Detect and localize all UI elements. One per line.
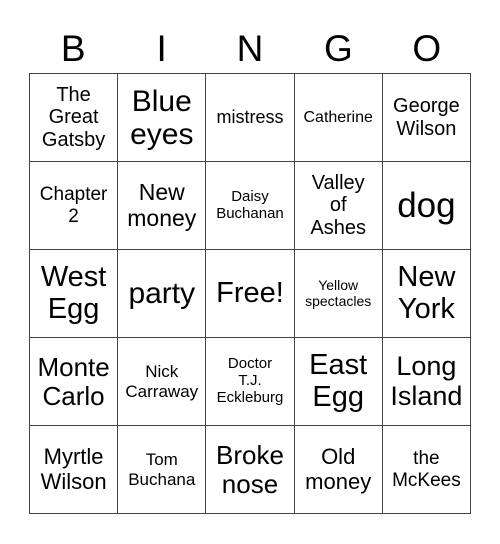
header-letter-o: O (412, 28, 442, 69)
bingo-cell[interactable]: West Egg (30, 250, 119, 338)
bingo-cell[interactable]: Catherine (294, 74, 383, 162)
bingo-cell[interactable]: Old money (294, 426, 383, 514)
bingo-cell[interactable]: the McKees (382, 426, 471, 514)
bingo-header: B I N G O (29, 26, 471, 72)
bingo-cell[interactable]: East Egg (294, 338, 383, 426)
bingo-cell[interactable]: Valley of Ashes (294, 162, 383, 250)
bingo-cell[interactable]: mistress (206, 74, 295, 162)
bingo-cell[interactable]: Blue eyes (118, 74, 207, 162)
bingo-cell[interactable]: party (118, 250, 207, 338)
free-space-cell[interactable]: Free! (206, 250, 295, 338)
bingo-cell[interactable]: Myrtle Wilson (30, 426, 119, 514)
bingo-cell[interactable]: Tom Buchana (118, 426, 207, 514)
header-letter-b: B (60, 28, 86, 69)
bingo-cell[interactable]: dog (382, 162, 471, 250)
header-letter-n: N (236, 28, 264, 69)
header-letter-i: I (156, 28, 167, 69)
bingo-cell[interactable]: New York (382, 250, 471, 338)
bingo-cell[interactable]: New money (118, 162, 207, 250)
bingo-cell[interactable]: Monte Carlo (30, 338, 119, 426)
bingo-cell[interactable]: Doctor T.J. Eckleburg (206, 338, 295, 426)
header-letter-g: G (324, 28, 353, 69)
bingo-card-grid: The Great Gatsby Blue eyes mistress Catheri… (29, 73, 471, 514)
bingo-cell[interactable]: Nick Carraway (118, 338, 207, 426)
bingo-cell[interactable]: Broke nose (206, 426, 295, 514)
bingo-cell[interactable]: Long Island (382, 338, 471, 426)
bingo-cell[interactable]: Daisy Buchanan (206, 162, 295, 250)
bingo-cell[interactable]: Yellow spectacles (294, 250, 383, 338)
bingo-cell[interactable]: George Wilson (382, 74, 471, 162)
bingo-cell[interactable]: The Great Gatsby (30, 74, 119, 162)
bingo-cell[interactable]: Chapter 2 (30, 162, 119, 250)
